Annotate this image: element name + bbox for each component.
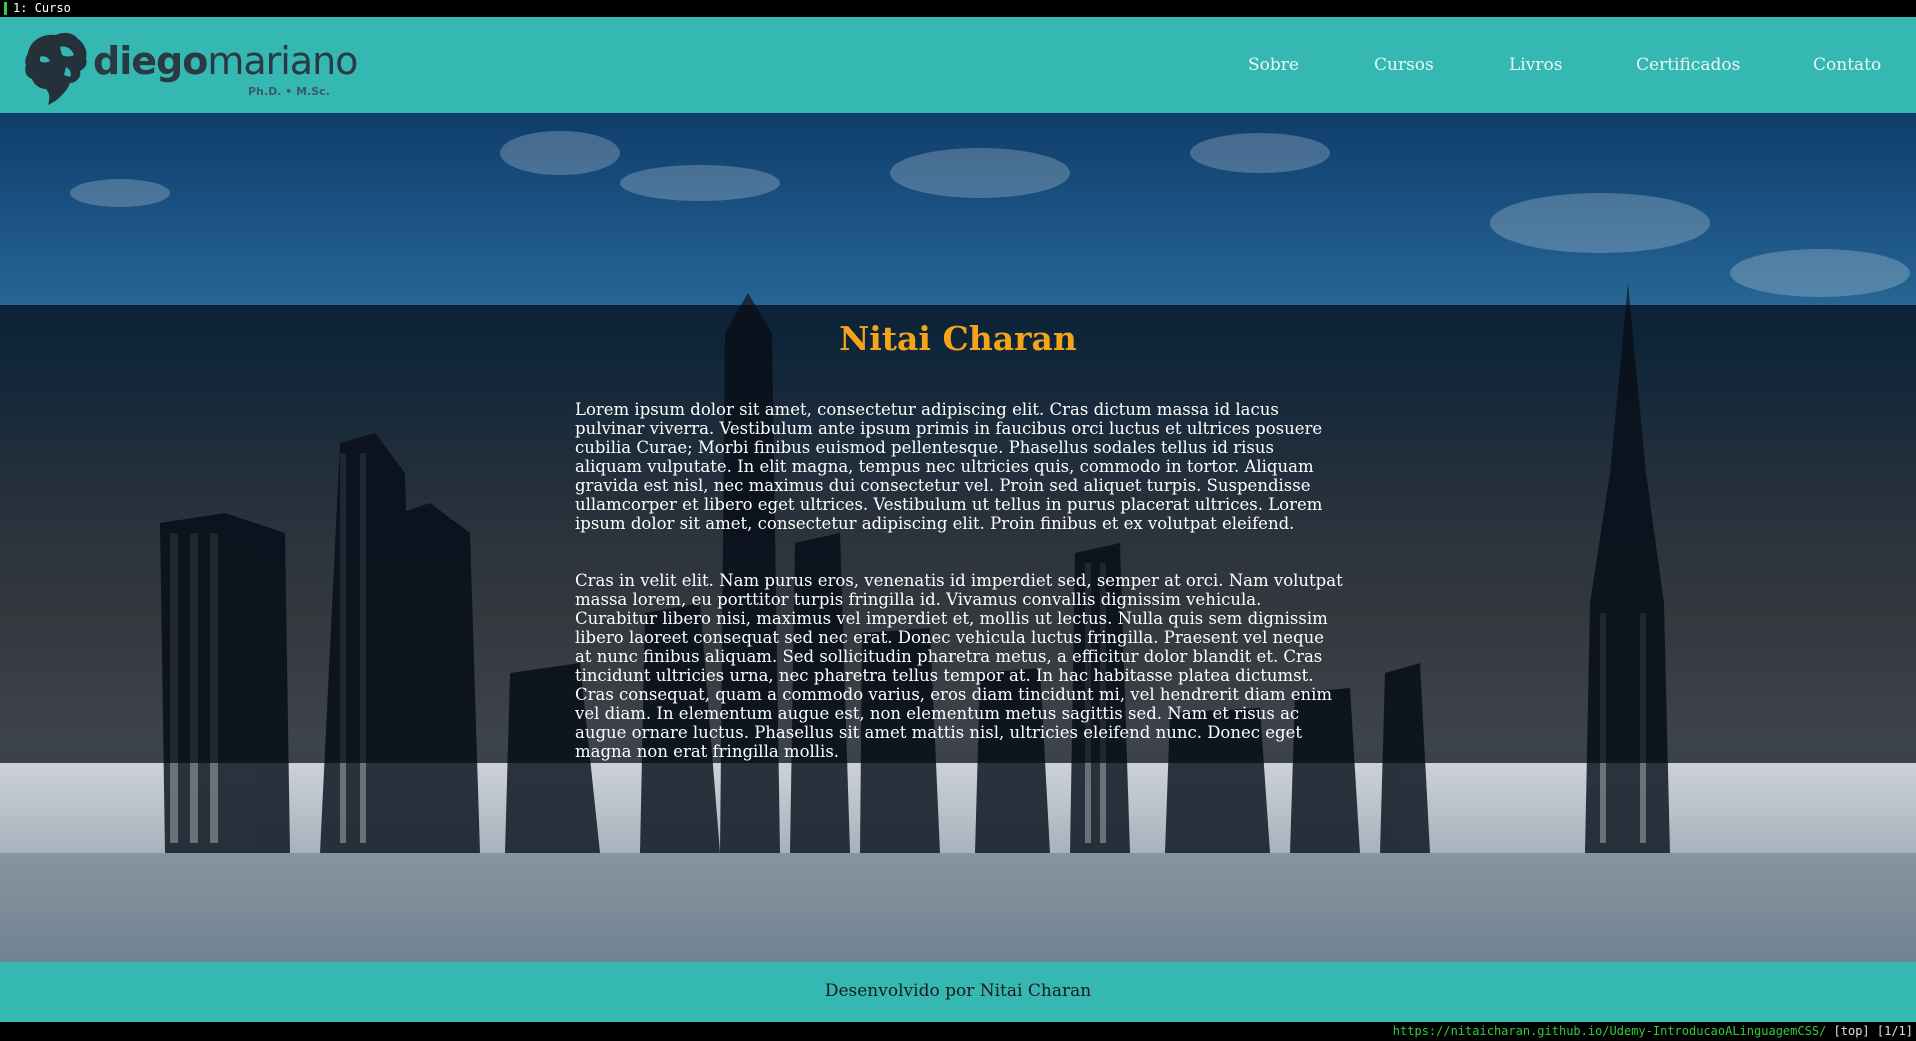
content-overlay: Nitai Charan Lorem ipsum dolor sit amet,…: [0, 305, 1916, 763]
status-scroll-position: [top] [1/1]: [1833, 1024, 1913, 1038]
logo-light-text: mariano: [207, 39, 358, 83]
hero-section: Nitai Charan Lorem ipsum dolor sit amet,…: [0, 113, 1916, 962]
logo-subtitle: Ph.D. • M.Sc.: [248, 85, 330, 98]
nav-link-contato[interactable]: Contato: [1813, 55, 1881, 75]
browser-status-bar: https://nitaicharan.github.io/Udemy-Intr…: [0, 1022, 1916, 1041]
page-title: Nitai Charan: [839, 319, 1077, 358]
content-paragraph-1: Lorem ipsum dolor sit amet, consectetur …: [575, 400, 1323, 533]
site-header: diegomariano Ph.D. • M.Sc. Sobre Cursos …: [0, 17, 1916, 113]
browser-tab-bar: 1: Curso: [0, 0, 1916, 17]
browser-tab[interactable]: 1: Curso: [13, 0, 71, 17]
nav-link-sobre[interactable]: Sobre: [1248, 55, 1299, 75]
site-logo[interactable]: diegomariano Ph.D. • M.Sc.: [20, 27, 358, 107]
site-footer: Desenvolvido por Nitai Charan: [0, 962, 1916, 1022]
footer-credit: Desenvolvido por Nitai Charan: [824, 981, 1092, 1001]
status-url: https://nitaicharan.github.io/Udemy-Intr…: [1392, 1024, 1827, 1038]
logo-wordmark: diegomariano: [93, 39, 358, 83]
logo-bold-text: diego: [93, 39, 208, 83]
nav-link-livros[interactable]: Livros: [1509, 55, 1562, 75]
active-tab-marker: [4, 2, 7, 15]
nav-link-certificados[interactable]: Certificados: [1636, 55, 1740, 75]
lion-head-icon: [25, 32, 87, 106]
nav-link-cursos[interactable]: Cursos: [1374, 55, 1434, 75]
content-paragraph-2: Cras in velit elit. Nam purus eros, vene…: [575, 571, 1343, 761]
